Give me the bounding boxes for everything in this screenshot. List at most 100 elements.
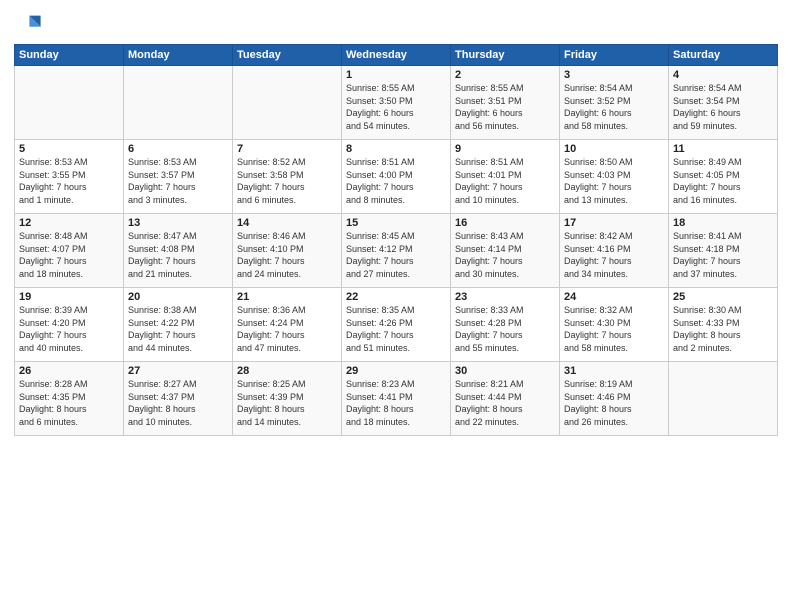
day-number: 24 bbox=[564, 291, 664, 303]
day-detail: Sunrise: 8:54 AM Sunset: 3:52 PM Dayligh… bbox=[564, 83, 633, 131]
day-number: 8 bbox=[346, 143, 446, 155]
day-number: 30 bbox=[455, 365, 555, 377]
day-number: 25 bbox=[673, 291, 773, 303]
day-number: 13 bbox=[128, 217, 228, 229]
day-detail: Sunrise: 8:35 AM Sunset: 4:26 PM Dayligh… bbox=[346, 305, 415, 353]
calendar-cell bbox=[669, 362, 778, 436]
week-row-0: 1Sunrise: 8:55 AM Sunset: 3:50 PM Daylig… bbox=[15, 66, 778, 140]
day-detail: Sunrise: 8:28 AM Sunset: 4:35 PM Dayligh… bbox=[19, 379, 88, 427]
calendar-cell bbox=[124, 66, 233, 140]
day-number: 2 bbox=[455, 69, 555, 81]
day-number: 6 bbox=[128, 143, 228, 155]
calendar-cell: 29 Sunrise: 8:23 AM Sunset: 4:41 PM Dayli… bbox=[342, 362, 451, 436]
day-number: 22 bbox=[346, 291, 446, 303]
calendar-cell: 21 Sunrise: 8:36 AM Sunset: 4:24 PM Dayli… bbox=[233, 288, 342, 362]
day-detail: Sunrise: 8:21 AM Sunset: 4:44 PM Dayligh… bbox=[455, 379, 524, 427]
day-number: 9 bbox=[455, 143, 555, 155]
day-detail: Sunrise: 8:39 AM Sunset: 4:20 PM Dayligh… bbox=[19, 305, 88, 353]
logo bbox=[14, 10, 46, 38]
day-number: 4 bbox=[673, 69, 773, 81]
day-detail: Sunrise: 8:53 AM Sunset: 3:57 PM Dayligh… bbox=[128, 157, 197, 205]
day-detail: Sunrise: 8:55 AM Sunset: 3:51 PM Dayligh… bbox=[455, 83, 524, 131]
calendar-cell: 22 Sunrise: 8:35 AM Sunset: 4:26 PM Dayli… bbox=[342, 288, 451, 362]
day-number: 27 bbox=[128, 365, 228, 377]
day-number: 10 bbox=[564, 143, 664, 155]
day-detail: Sunrise: 8:23 AM Sunset: 4:41 PM Dayligh… bbox=[346, 379, 415, 427]
day-number: 11 bbox=[673, 143, 773, 155]
header-cell-friday: Friday bbox=[560, 45, 669, 66]
calendar-table: SundayMondayTuesdayWednesdayThursdayFrid… bbox=[14, 44, 778, 436]
calendar-cell: 15 Sunrise: 8:45 AM Sunset: 4:12 PM Dayli… bbox=[342, 214, 451, 288]
week-row-4: 26 Sunrise: 8:28 AM Sunset: 4:35 PM Dayli… bbox=[15, 362, 778, 436]
week-row-2: 12Sunrise: 8:48 AM Sunset: 4:07 PM Dayli… bbox=[15, 214, 778, 288]
day-detail: Sunrise: 8:36 AM Sunset: 4:24 PM Dayligh… bbox=[237, 305, 306, 353]
calendar-cell: 10Sunrise: 8:50 AM Sunset: 4:03 PM Dayli… bbox=[560, 140, 669, 214]
calendar-cell: 5 Sunrise: 8:53 AM Sunset: 3:55 PM Daylig… bbox=[15, 140, 124, 214]
header-cell-saturday: Saturday bbox=[669, 45, 778, 66]
day-number: 26 bbox=[19, 365, 119, 377]
day-detail: Sunrise: 8:51 AM Sunset: 4:00 PM Dayligh… bbox=[346, 157, 415, 205]
day-detail: Sunrise: 8:25 AM Sunset: 4:39 PM Dayligh… bbox=[237, 379, 306, 427]
week-row-3: 19 Sunrise: 8:39 AM Sunset: 4:20 PM Dayli… bbox=[15, 288, 778, 362]
day-number: 31 bbox=[564, 365, 664, 377]
day-number: 23 bbox=[455, 291, 555, 303]
header-cell-wednesday: Wednesday bbox=[342, 45, 451, 66]
day-number: 21 bbox=[237, 291, 337, 303]
calendar-cell: 6 Sunrise: 8:53 AM Sunset: 3:57 PM Daylig… bbox=[124, 140, 233, 214]
calendar-cell: 20Sunrise: 8:38 AM Sunset: 4:22 PM Dayli… bbox=[124, 288, 233, 362]
day-number: 28 bbox=[237, 365, 337, 377]
calendar-cell: 4Sunrise: 8:54 AM Sunset: 3:54 PM Daylig… bbox=[669, 66, 778, 140]
day-number: 1 bbox=[346, 69, 446, 81]
day-number: 18 bbox=[673, 217, 773, 229]
day-number: 14 bbox=[237, 217, 337, 229]
day-detail: Sunrise: 8:53 AM Sunset: 3:55 PM Dayligh… bbox=[19, 157, 88, 205]
day-number: 16 bbox=[455, 217, 555, 229]
calendar-header: SundayMondayTuesdayWednesdayThursdayFrid… bbox=[15, 45, 778, 66]
day-detail: Sunrise: 8:30 AM Sunset: 4:33 PM Dayligh… bbox=[673, 305, 742, 353]
header-cell-monday: Monday bbox=[124, 45, 233, 66]
day-detail: Sunrise: 8:32 AM Sunset: 4:30 PM Dayligh… bbox=[564, 305, 633, 353]
calendar-cell: 19 Sunrise: 8:39 AM Sunset: 4:20 PM Dayli… bbox=[15, 288, 124, 362]
day-detail: Sunrise: 8:41 AM Sunset: 4:18 PM Dayligh… bbox=[673, 231, 742, 279]
day-number: 15 bbox=[346, 217, 446, 229]
day-number: 3 bbox=[564, 69, 664, 81]
calendar-body: 1Sunrise: 8:55 AM Sunset: 3:50 PM Daylig… bbox=[15, 66, 778, 436]
day-number: 5 bbox=[19, 143, 119, 155]
day-detail: Sunrise: 8:47 AM Sunset: 4:08 PM Dayligh… bbox=[128, 231, 197, 279]
day-detail: Sunrise: 8:51 AM Sunset: 4:01 PM Dayligh… bbox=[455, 157, 524, 205]
header-cell-tuesday: Tuesday bbox=[233, 45, 342, 66]
calendar-cell: 31 Sunrise: 8:19 AM Sunset: 4:46 PM Dayli… bbox=[560, 362, 669, 436]
calendar-cell: 25 Sunrise: 8:30 AM Sunset: 4:33 PM Dayli… bbox=[669, 288, 778, 362]
day-detail: Sunrise: 8:49 AM Sunset: 4:05 PM Dayligh… bbox=[673, 157, 742, 205]
day-detail: Sunrise: 8:38 AM Sunset: 4:22 PM Dayligh… bbox=[128, 305, 197, 353]
calendar-cell bbox=[233, 66, 342, 140]
day-number: 29 bbox=[346, 365, 446, 377]
calendar-cell: 13 Sunrise: 8:47 AM Sunset: 4:08 PM Dayli… bbox=[124, 214, 233, 288]
day-detail: Sunrise: 8:42 AM Sunset: 4:16 PM Dayligh… bbox=[564, 231, 633, 279]
day-detail: Sunrise: 8:52 AM Sunset: 3:58 PM Dayligh… bbox=[237, 157, 306, 205]
calendar-cell: 30 Sunrise: 8:21 AM Sunset: 4:44 PM Dayli… bbox=[451, 362, 560, 436]
day-detail: Sunrise: 8:45 AM Sunset: 4:12 PM Dayligh… bbox=[346, 231, 415, 279]
calendar-cell: 11 Sunrise: 8:49 AM Sunset: 4:05 PM Dayli… bbox=[669, 140, 778, 214]
calendar-cell: 23 Sunrise: 8:33 AM Sunset: 4:28 PM Dayli… bbox=[451, 288, 560, 362]
calendar-cell: 27 Sunrise: 8:27 AM Sunset: 4:37 PM Dayli… bbox=[124, 362, 233, 436]
calendar-cell: 7 Sunrise: 8:52 AM Sunset: 3:58 PM Daylig… bbox=[233, 140, 342, 214]
header bbox=[14, 10, 778, 38]
day-number: 19 bbox=[19, 291, 119, 303]
day-detail: Sunrise: 8:33 AM Sunset: 4:28 PM Dayligh… bbox=[455, 305, 524, 353]
calendar-cell: 14 Sunrise: 8:46 AM Sunset: 4:10 PM Dayli… bbox=[233, 214, 342, 288]
calendar-cell: 9 Sunrise: 8:51 AM Sunset: 4:01 PM Daylig… bbox=[451, 140, 560, 214]
main-container: SundayMondayTuesdayWednesdayThursdayFrid… bbox=[0, 0, 792, 612]
calendar-cell: 17Sunrise: 8:42 AM Sunset: 4:16 PM Dayli… bbox=[560, 214, 669, 288]
logo-icon bbox=[14, 10, 42, 38]
calendar-cell: 24 Sunrise: 8:32 AM Sunset: 4:30 PM Dayli… bbox=[560, 288, 669, 362]
day-detail: Sunrise: 8:27 AM Sunset: 4:37 PM Dayligh… bbox=[128, 379, 197, 427]
day-number: 7 bbox=[237, 143, 337, 155]
week-row-1: 5 Sunrise: 8:53 AM Sunset: 3:55 PM Daylig… bbox=[15, 140, 778, 214]
header-cell-thursday: Thursday bbox=[451, 45, 560, 66]
day-detail: Sunrise: 8:46 AM Sunset: 4:10 PM Dayligh… bbox=[237, 231, 306, 279]
calendar-cell: 16Sunrise: 8:43 AM Sunset: 4:14 PM Dayli… bbox=[451, 214, 560, 288]
calendar-cell: 1Sunrise: 8:55 AM Sunset: 3:50 PM Daylig… bbox=[342, 66, 451, 140]
day-detail: Sunrise: 8:19 AM Sunset: 4:46 PM Dayligh… bbox=[564, 379, 633, 427]
calendar-cell: 3 Sunrise: 8:54 AM Sunset: 3:52 PM Daylig… bbox=[560, 66, 669, 140]
